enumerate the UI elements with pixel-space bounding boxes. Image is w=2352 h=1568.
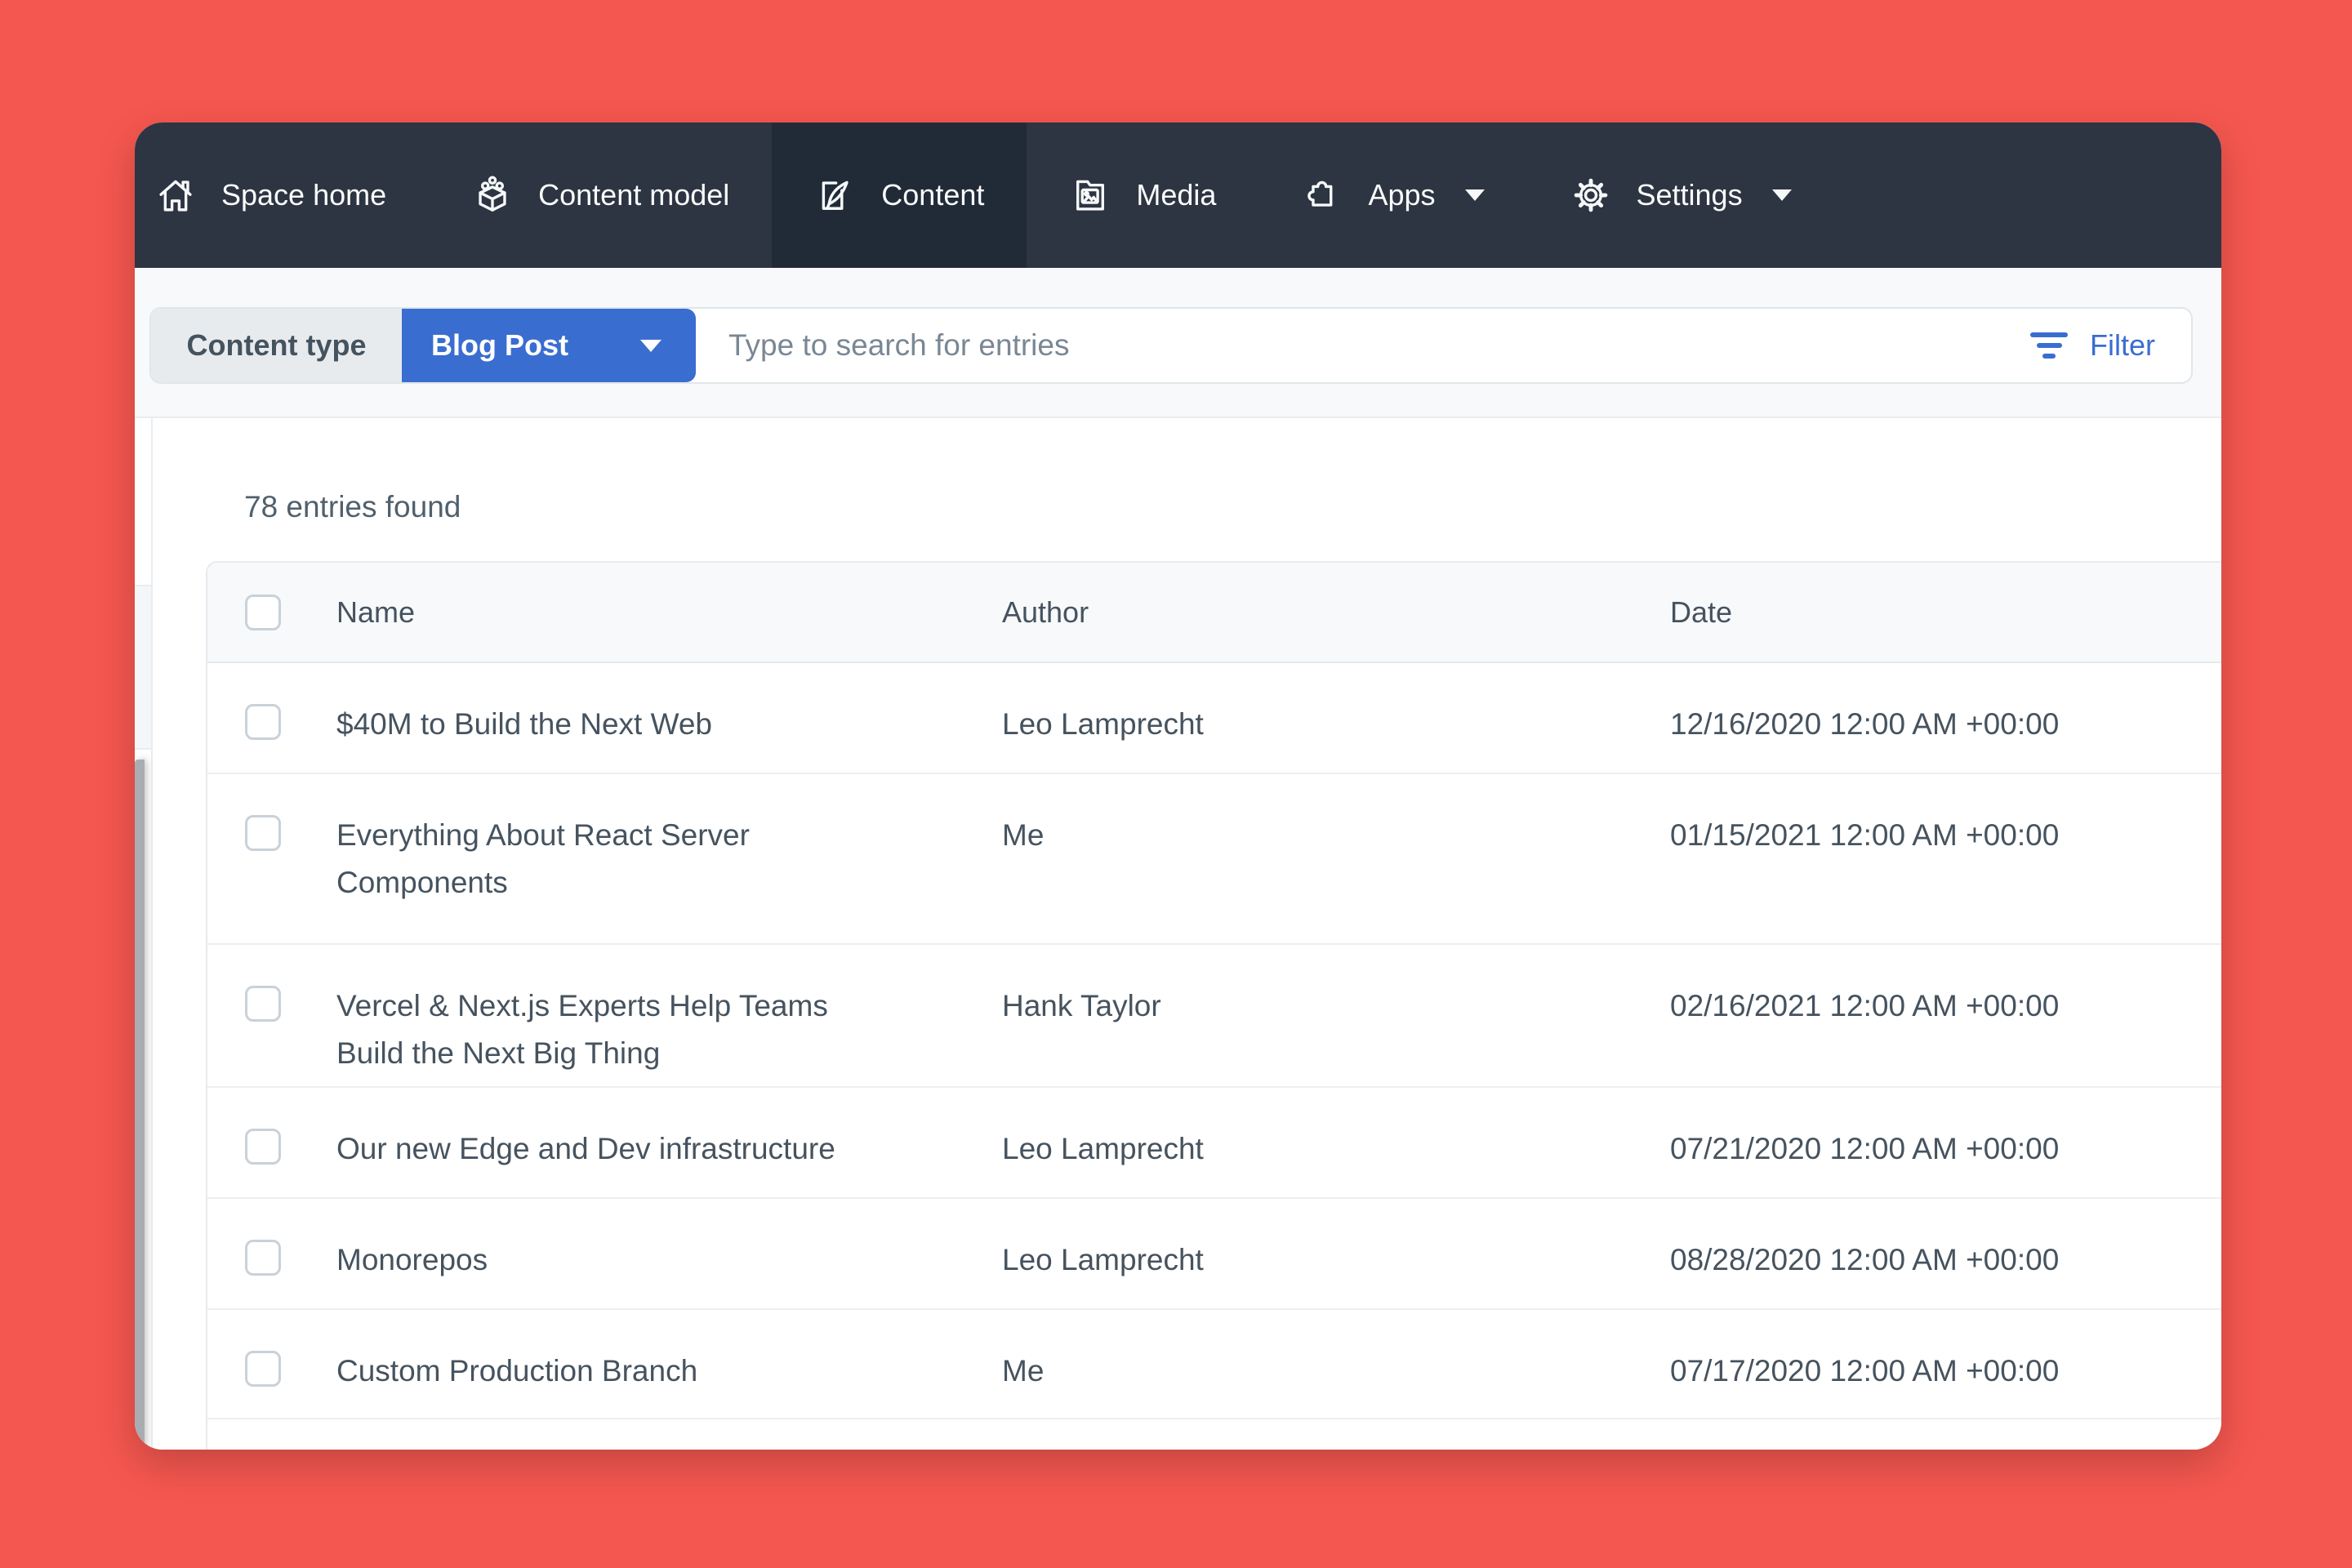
nav-item-apps[interactable]: Apps: [1258, 122, 1526, 268]
table-row[interactable]: Custom Production Branch Me 07/17/2020 1…: [207, 1310, 2221, 1419]
row-checkbox[interactable]: [245, 1240, 281, 1276]
entries-count: 78 entries found: [244, 490, 461, 524]
table-row[interactable]: Our new Edge and Dev infrastructure Leo …: [207, 1088, 2221, 1199]
nav-item-label: Space home: [221, 178, 386, 212]
row-checkbox[interactable]: [245, 986, 281, 1022]
nav-item-label: Content: [881, 178, 984, 212]
nav-item-label: Content model: [538, 178, 729, 212]
content-type-select[interactable]: Blog Post: [402, 309, 696, 382]
entry-date: 07/21/2020 12:00 AM +00:00: [1670, 1125, 2059, 1173]
nav-item-label: Settings: [1637, 178, 1743, 212]
nav-item-content[interactable]: Content: [772, 122, 1027, 268]
main-content: 78 entries found Name Author Date $40M t…: [135, 418, 2221, 1450]
background-panel-strip: [135, 585, 151, 750]
search-bar: Content type Blog Post Filter: [149, 307, 2193, 384]
search-input[interactable]: [727, 327, 2029, 363]
entry-date: 12/16/2020 12:00 AM +00:00: [1670, 701, 2059, 748]
nav-item-settings[interactable]: Settings: [1527, 122, 1834, 268]
entry-name: Custom Production Branch: [336, 1348, 900, 1395]
search-band: Content type Blog Post Filter: [135, 268, 2221, 418]
entry-name: Our new Edge and Dev infrastructure: [336, 1125, 900, 1173]
content-icon: [814, 174, 857, 216]
row-checkbox[interactable]: [245, 1351, 281, 1387]
home-icon: [154, 174, 197, 216]
entry-date: 02/16/2021 12:00 AM +00:00: [1670, 982, 2059, 1030]
entry-author: Leo Lamprecht: [1002, 701, 1623, 748]
content-type-label: Content type: [151, 309, 402, 382]
desktop-background: Space home Content model: [0, 0, 2352, 1568]
apps-icon: [1301, 174, 1343, 216]
caret-down-icon: [640, 340, 662, 352]
filter-label: Filter: [2090, 328, 2155, 363]
entry-date: 07/17/2020 12:00 AM +00:00: [1670, 1348, 2059, 1395]
filter-button[interactable]: Filter: [2029, 328, 2155, 363]
select-all-checkbox[interactable]: [245, 595, 281, 630]
entry-name: $40M to Build the Next Web: [336, 701, 900, 748]
table-row[interactable]: Everything About React Server Components…: [207, 774, 2221, 945]
background-panel-edge: [135, 760, 145, 1450]
entry-name: Monorepos: [336, 1236, 900, 1284]
table-row[interactable]: Monorepos Leo Lamprecht 08/28/2020 12:00…: [207, 1199, 2221, 1310]
entry-author: Me: [1002, 812, 1623, 859]
entry-author: Hank Taylor: [1002, 982, 1623, 1030]
table-row[interactable]: $40M to Build the Next Web Leo Lamprecht…: [207, 663, 2221, 774]
nav-item-label: Media: [1136, 178, 1216, 212]
entry-date: 01/15/2021 12:00 AM +00:00: [1670, 812, 2059, 859]
content-model-icon: [471, 174, 514, 216]
content-type-value: Blog Post: [431, 328, 568, 363]
entry-author: Me: [1002, 1348, 1623, 1395]
entry-date: 08/28/2020 12:00 AM +00:00: [1670, 1236, 2059, 1284]
column-header-date: Date: [1670, 563, 1732, 662]
table-header-row: Name Author Date: [207, 563, 2221, 663]
settings-icon: [1570, 174, 1612, 216]
caret-down-icon: [1465, 189, 1485, 201]
entry-name: Everything About React Server Components: [336, 812, 900, 906]
top-nav: Space home Content model: [135, 122, 2221, 268]
nav-item-label: Apps: [1368, 178, 1435, 212]
table-row[interactable]: Vercel & Next.js Experts Help Teams Buil…: [207, 945, 2221, 1088]
nav-item-media[interactable]: Media: [1027, 122, 1258, 268]
nav-item-space-home[interactable]: Space home: [135, 122, 429, 268]
entries-table: Name Author Date $40M to Build the Next …: [206, 561, 2221, 1450]
entry-name: Vercel & Next.js Experts Help Teams Buil…: [336, 982, 900, 1077]
row-checkbox[interactable]: [245, 815, 281, 851]
row-checkbox[interactable]: [245, 1129, 281, 1165]
row-checkbox[interactable]: [245, 704, 281, 740]
entry-author: Leo Lamprecht: [1002, 1236, 1623, 1284]
app-window: Space home Content model: [135, 122, 2221, 1450]
media-icon: [1069, 174, 1111, 216]
caret-down-icon: [1772, 189, 1792, 201]
column-header-author: Author: [1002, 563, 1089, 662]
entry-author: Leo Lamprecht: [1002, 1125, 1623, 1173]
column-header-name: Name: [336, 563, 415, 662]
nav-item-content-model[interactable]: Content model: [429, 122, 772, 268]
panel-divider: [151, 418, 153, 1450]
filter-icon: [2029, 332, 2069, 359]
